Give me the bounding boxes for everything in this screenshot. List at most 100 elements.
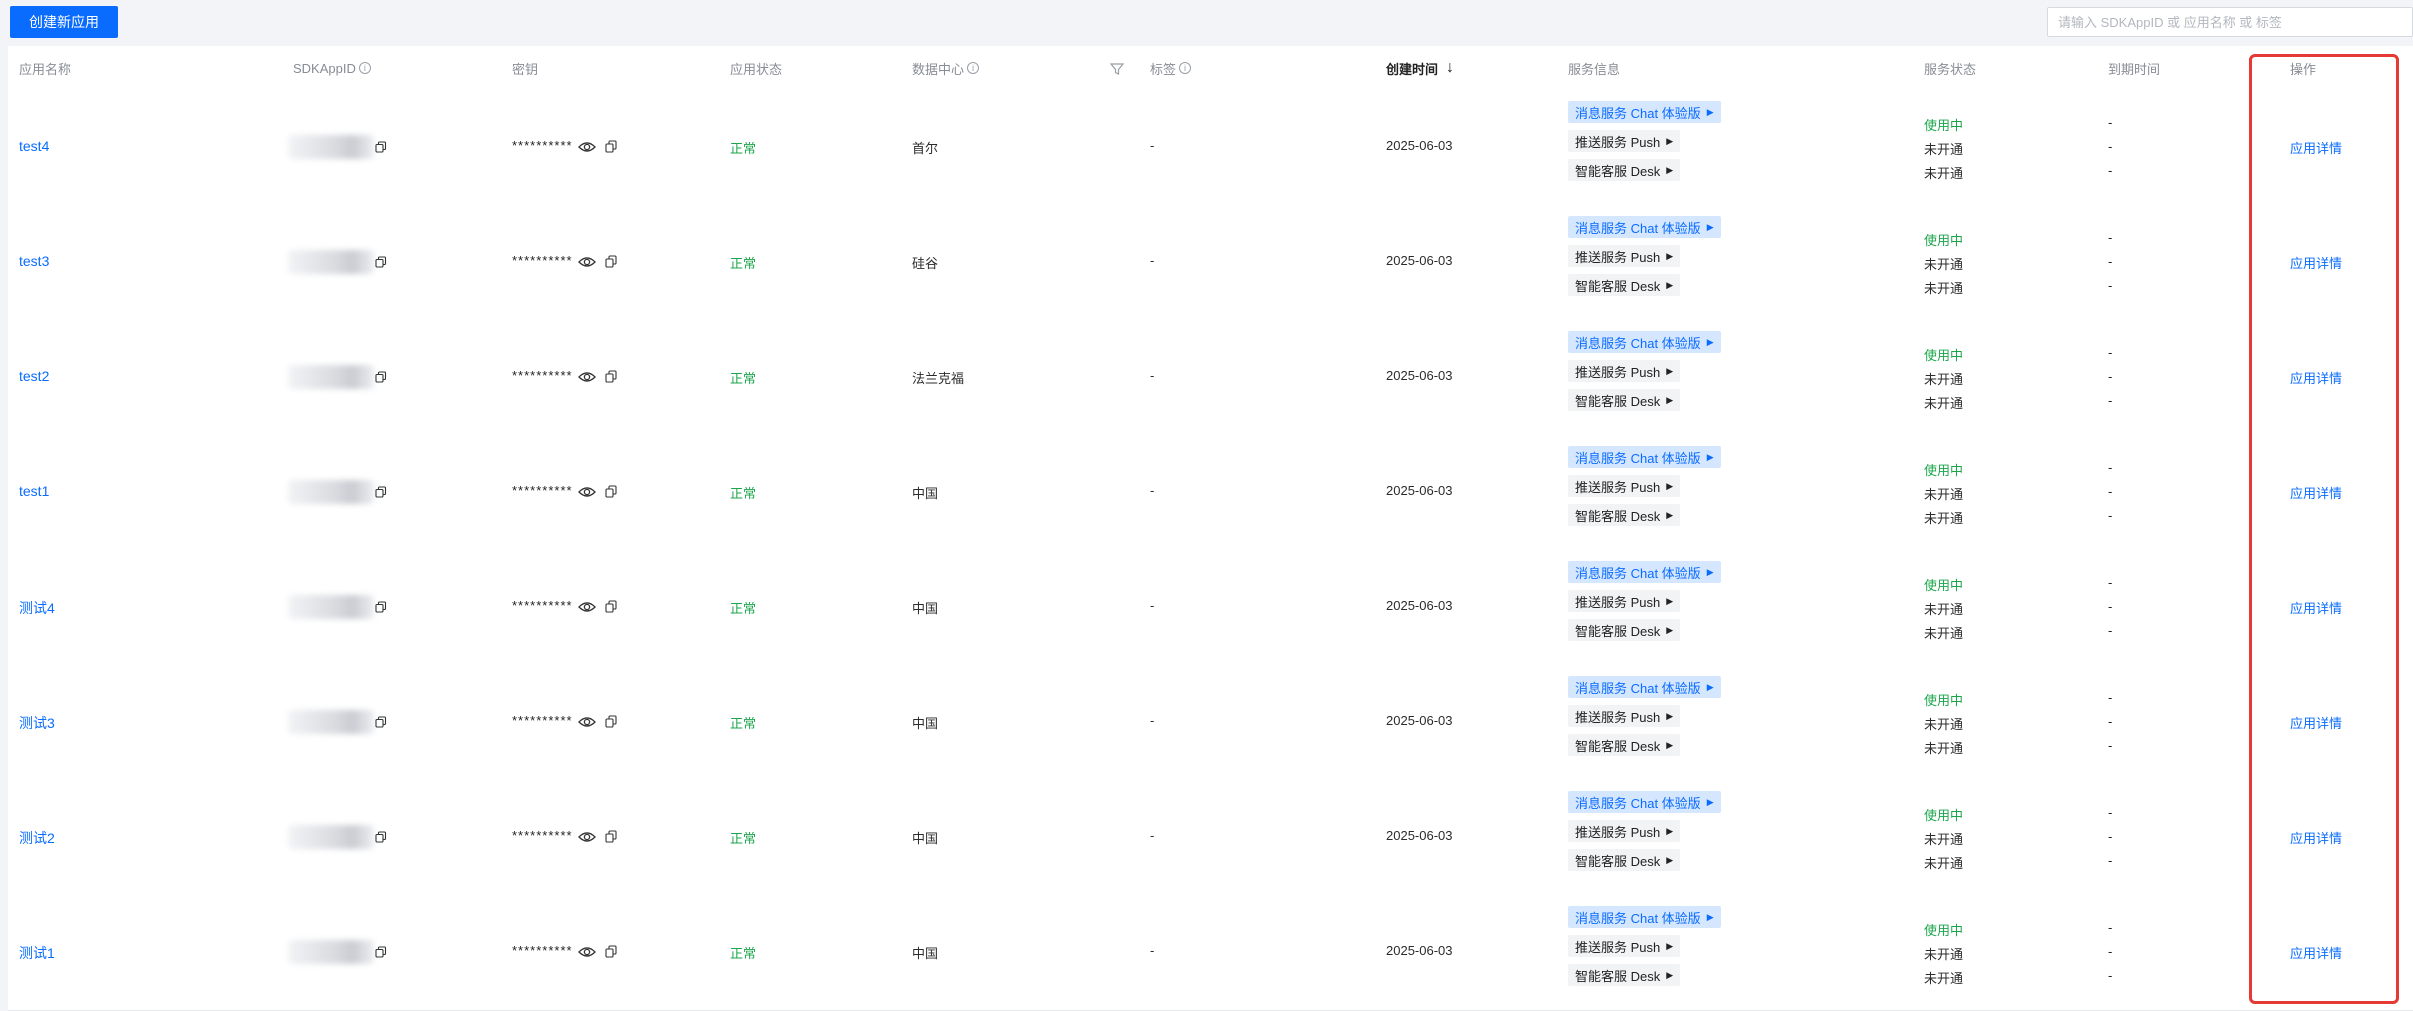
copy-secret-icon[interactable] xyxy=(602,140,620,154)
copy-icon[interactable] xyxy=(375,716,387,728)
service-chip-chat[interactable]: 消息服务 Chat 体验版 ▶ xyxy=(1568,906,1721,928)
copy-secret-icon[interactable] xyxy=(602,485,620,499)
app-name-link[interactable]: 测试2 xyxy=(19,828,55,848)
eye-icon[interactable] xyxy=(578,600,596,614)
service-chip-desk[interactable]: 智能客服 Desk ▶ xyxy=(1568,619,1681,641)
expire-push: - xyxy=(2108,599,2113,614)
service-status-chat: 使用中 xyxy=(1924,463,1964,478)
service-chip-push[interactable]: 推送服务 Push ▶ xyxy=(1568,590,1681,612)
caret-right-icon: ▶ xyxy=(1706,106,1714,117)
app-name-link[interactable]: 测试1 xyxy=(19,943,55,963)
app-detail-link[interactable]: 应用详情 xyxy=(2290,253,2342,272)
service-chip-push[interactable]: 推送服务 Push ▶ xyxy=(1568,245,1681,267)
create-app-button[interactable]: 创建新应用 xyxy=(10,6,118,38)
expire-chat: - xyxy=(2108,805,2113,820)
app-name-link[interactable]: 测试4 xyxy=(19,598,55,618)
service-chip-label: 消息服务 Chat 体验版 xyxy=(1575,910,1701,926)
eye-icon[interactable] xyxy=(578,370,596,384)
service-chip-chat[interactable]: 消息服务 Chat 体验版 ▶ xyxy=(1568,446,1721,468)
filter-icon[interactable] xyxy=(1110,62,1124,76)
service-chip-desk[interactable]: 智能客服 Desk ▶ xyxy=(1568,504,1681,526)
service-status-desk: 未开通 xyxy=(1924,511,1964,526)
service-chip-chat[interactable]: 消息服务 Chat 体验版 ▶ xyxy=(1568,791,1721,813)
sdkappid-value-masked xyxy=(288,250,374,274)
copy-secret-icon[interactable] xyxy=(602,255,620,269)
col-created-sort[interactable]: 创建时间 ↓ xyxy=(1386,46,1454,90)
info-icon[interactable]: i xyxy=(1179,62,1192,74)
copy-secret-icon[interactable] xyxy=(602,945,620,959)
sort-descending-icon[interactable]: ↓ xyxy=(1446,59,1454,77)
search-input[interactable] xyxy=(2047,7,2413,37)
expire-push: - xyxy=(2108,484,2113,499)
eye-icon[interactable] xyxy=(578,945,596,959)
col-sdkappid: SDKAppID i xyxy=(293,46,371,90)
info-icon[interactable]: i xyxy=(358,62,371,74)
copy-secret-icon[interactable] xyxy=(602,830,620,844)
copy-icon[interactable] xyxy=(375,946,387,958)
caret-right-icon: ▶ xyxy=(1666,940,1674,951)
service-chip-desk[interactable]: 智能客服 Desk ▶ xyxy=(1568,159,1681,181)
service-chip-desk[interactable]: 智能客服 Desk ▶ xyxy=(1568,849,1681,871)
table-row: test1 ********** 正常 中国 - 2025-06-03 消息服务… xyxy=(8,435,2413,551)
service-chip-push[interactable]: 推送服务 Push ▶ xyxy=(1568,475,1681,497)
service-chip-push[interactable]: 推送服务 Push ▶ xyxy=(1568,935,1681,957)
app-detail-link[interactable]: 应用详情 xyxy=(2290,483,2342,502)
app-detail-link[interactable]: 应用详情 xyxy=(2290,828,2342,847)
service-chip-desk[interactable]: 智能客服 Desk ▶ xyxy=(1568,274,1681,296)
tag-value: - xyxy=(1150,483,1155,498)
copy-secret-icon[interactable] xyxy=(602,715,620,729)
table-row: 测试3 ********** 正常 中国 - 2025-06-03 消息服务 C… xyxy=(8,665,2413,781)
eye-icon[interactable] xyxy=(578,255,596,269)
col-secret-label: 密钥 xyxy=(512,61,539,77)
service-status-push: 未开通 xyxy=(1924,372,1964,387)
app-name-link[interactable]: test2 xyxy=(19,368,49,384)
app-detail-link[interactable]: 应用详情 xyxy=(2290,713,2342,732)
tag-value: - xyxy=(1150,828,1155,843)
service-chip-desk[interactable]: 智能客服 Desk ▶ xyxy=(1568,964,1681,986)
app-name-link[interactable]: test1 xyxy=(19,483,49,499)
app-name-link[interactable]: test4 xyxy=(19,138,49,154)
copy-icon[interactable] xyxy=(375,371,387,383)
service-chip-push[interactable]: 推送服务 Push ▶ xyxy=(1568,820,1681,842)
service-chip-push[interactable]: 推送服务 Push ▶ xyxy=(1568,360,1681,382)
caret-right-icon: ▶ xyxy=(1706,681,1714,692)
service-chip-push[interactable]: 推送服务 Push ▶ xyxy=(1568,130,1681,152)
app-detail-link[interactable]: 应用详情 xyxy=(2290,598,2342,617)
copy-icon[interactable] xyxy=(375,601,387,613)
col-app-status: 应用状态 xyxy=(730,46,782,90)
copy-icon[interactable] xyxy=(375,486,387,498)
service-chip-push[interactable]: 推送服务 Push ▶ xyxy=(1568,705,1681,727)
info-icon[interactable]: i xyxy=(967,62,980,74)
service-chip-chat[interactable]: 消息服务 Chat 体验版 ▶ xyxy=(1568,101,1721,123)
service-status-desk: 未开通 xyxy=(1924,856,1964,871)
service-chip-chat[interactable]: 消息服务 Chat 体验版 ▶ xyxy=(1568,676,1721,698)
app-detail-link[interactable]: 应用详情 xyxy=(2290,368,2342,387)
service-chip-desk[interactable]: 智能客服 Desk ▶ xyxy=(1568,389,1681,411)
copy-icon[interactable] xyxy=(375,831,387,843)
eye-icon[interactable] xyxy=(578,830,596,844)
service-status-chat: 使用中 xyxy=(1924,923,1964,938)
copy-secret-icon[interactable] xyxy=(602,370,620,384)
data-center-value: 中国 xyxy=(912,601,939,616)
service-chip-chat[interactable]: 消息服务 Chat 体验版 ▶ xyxy=(1568,561,1721,583)
caret-right-icon: ▶ xyxy=(1666,480,1674,491)
service-chip-chat[interactable]: 消息服务 Chat 体验版 ▶ xyxy=(1568,216,1721,238)
app-detail-link[interactable]: 应用详情 xyxy=(2290,943,2342,962)
app-name-link[interactable]: 测试3 xyxy=(19,713,55,733)
app-name-link[interactable]: test3 xyxy=(19,253,49,269)
copy-secret-icon[interactable] xyxy=(602,600,620,614)
app-detail-link[interactable]: 应用详情 xyxy=(2290,138,2342,157)
eye-icon[interactable] xyxy=(578,485,596,499)
copy-icon[interactable] xyxy=(375,141,387,153)
eye-icon[interactable] xyxy=(578,140,596,154)
eye-icon[interactable] xyxy=(578,715,596,729)
caret-right-icon: ▶ xyxy=(1666,624,1674,635)
expire-push: - xyxy=(2108,944,2113,959)
service-chip-chat[interactable]: 消息服务 Chat 体验版 ▶ xyxy=(1568,331,1721,353)
expire-desk: - xyxy=(2108,623,2113,638)
col-actions: 操作 xyxy=(2290,46,2316,90)
app-status-badge: 正常 xyxy=(730,716,757,731)
expire-chat: - xyxy=(2108,575,2113,590)
copy-icon[interactable] xyxy=(375,256,387,268)
service-chip-desk[interactable]: 智能客服 Desk ▶ xyxy=(1568,734,1681,756)
